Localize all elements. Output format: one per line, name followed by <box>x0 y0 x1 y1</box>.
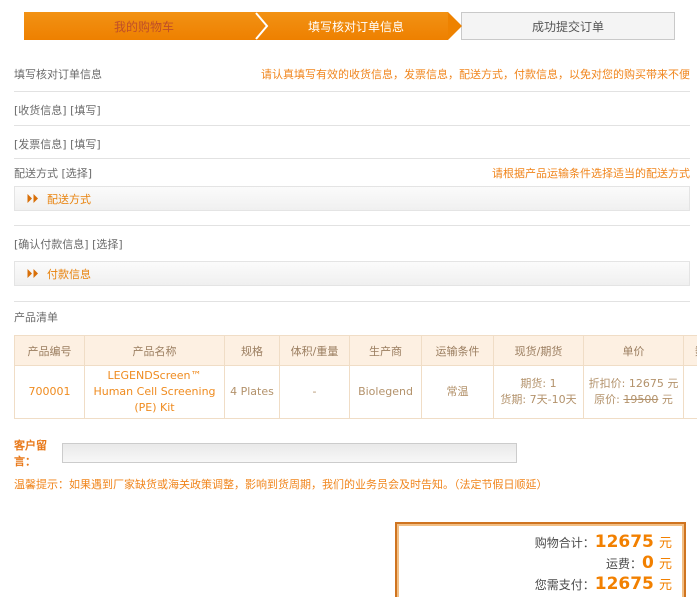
product-table: 产品编号 产品名称 规格 体积/重量 生产商 运输条件 现货/期货 单价 数量 … <box>14 335 697 419</box>
payable-line: 您需支付：12675 元 <box>405 574 672 595</box>
payment-label: [确认付款信息] <box>14 238 89 251</box>
step-fill-order-info: 填写核对订单信息 <box>264 12 448 40</box>
payment-select-link[interactable]: [选择] <box>92 238 123 251</box>
invoice-section: [发票信息] [填写] <box>14 136 101 152</box>
stock-type: 期货: 1 <box>496 376 581 392</box>
payment-row: [确认付款信息] [选择] <box>14 236 690 252</box>
discount-price: 折扣价: 12675 元 <box>586 376 681 392</box>
chevron-right-icon <box>254 12 270 40</box>
payment-section: [确认付款信息] [选择] <box>14 236 123 252</box>
receiver-fill-link[interactable]: [填写] <box>70 104 101 117</box>
double-right-arrow-icon <box>27 269 40 278</box>
subtotal-label: 购物合计： <box>535 536 595 550</box>
payable-value: 12675 <box>595 574 654 594</box>
original-price-value: 19500 <box>623 393 658 406</box>
col-qty: 数量 <box>684 336 697 366</box>
col-product-id: 产品编号 <box>15 336 85 366</box>
divider <box>14 91 690 92</box>
step-submit-success: 成功提交订单 <box>461 12 675 40</box>
invoice-row: [发票信息] [填写] <box>14 136 690 152</box>
payment-info-bar-label: 付款信息 <box>47 266 91 282</box>
product-table-header-row: 产品编号 产品名称 规格 体积/重量 生产商 运输条件 现货/期货 单价 数量 … <box>15 336 697 366</box>
shipping-fee-value: 0 <box>642 553 654 573</box>
order-info-note: 请认真填写有效的收货信息，发票信息，配送方式，付款信息，以免对您的购买带来不便 <box>261 66 690 82</box>
original-price: 原价: 19500 元 <box>586 392 681 408</box>
divider <box>14 225 690 226</box>
table-row: 700001 LEGENDScreen™ Human Cell Screenin… <box>15 366 697 419</box>
payable-label: 您需支付： <box>535 578 595 592</box>
customer-message-label: 客户留言： <box>14 437 62 469</box>
col-manufacturer: 生产商 <box>350 336 422 366</box>
step-submit-success-label: 成功提交订单 <box>532 18 604 35</box>
stock-leadtime: 货期: 7天-10天 <box>496 392 581 408</box>
summary-area: 购物合计：12675 元 运费：0 元 您需支付：12675 元 最终实付金额以… <box>14 522 690 597</box>
delivery-label: 配送方式 <box>14 167 58 180</box>
divider <box>14 301 690 302</box>
double-right-arrow-icon <box>27 194 40 203</box>
invoice-fill-link[interactable]: [填写] <box>70 138 101 151</box>
delivery-row: 配送方式 [选择] 请根据产品运输条件选择适当的配送方式 <box>14 165 690 181</box>
product-spec: 4 Plates <box>225 366 280 419</box>
checkout-stepper: 我的购物车 填写核对订单信息 成功提交订单 <box>24 12 675 40</box>
step-fill-order-info-label: 填写核对订单信息 <box>308 18 404 35</box>
receiver-row: [收货信息] [填写] <box>14 102 690 118</box>
receiver-label: [收货信息] <box>14 104 67 117</box>
order-info-title: 填写核对订单信息 <box>14 66 102 82</box>
invoice-label: [发票信息] <box>14 138 67 151</box>
shipping-fee-unit: 元 <box>659 557 672 572</box>
subtotal-unit: 元 <box>659 536 672 551</box>
col-stock: 现货/期货 <box>494 336 584 366</box>
customer-message-row: 客户留言： <box>14 437 690 469</box>
product-manufacturer: Biolegend <box>350 366 422 419</box>
product-id: 700001 <box>15 366 85 419</box>
step-my-cart-label: 我的购物车 <box>114 18 174 35</box>
divider <box>14 125 690 126</box>
order-summary-box: 购物合计：12675 元 运费：0 元 您需支付：12675 元 最终实付金额以… <box>395 522 686 597</box>
customer-message-input[interactable] <box>62 443 517 463</box>
col-transport: 运输条件 <box>422 336 494 366</box>
product-name-link[interactable]: LEGENDScreen™ Human Cell Screening (PE) … <box>93 369 215 414</box>
delivery-method-bar[interactable]: 配送方式 <box>14 186 690 211</box>
subtotal-value: 12675 <box>595 532 654 552</box>
col-product-name: 产品名称 <box>85 336 225 366</box>
product-list-title: 产品清单 <box>14 309 58 325</box>
delivery-select-link[interactable]: [选择] <box>62 167 93 180</box>
product-volume: - <box>280 366 350 419</box>
step-my-cart[interactable]: 我的购物车 <box>24 12 264 40</box>
product-stock: 期货: 1 货期: 7天-10天 <box>494 366 584 419</box>
product-qty: 1 <box>684 366 697 419</box>
product-transport: 常温 <box>422 366 494 419</box>
col-volume-weight: 体积/重量 <box>280 336 350 366</box>
original-price-prefix: 原价: <box>594 393 623 406</box>
payment-info-bar[interactable]: 付款信息 <box>14 261 690 286</box>
warm-tip-text: 温馨提示：如果遇到厂家缺货或海关政策调整，影响到货周期，我们的业务员会及时告知。… <box>14 476 690 492</box>
product-unit-price: 折扣价: 12675 元 原价: 19500 元 <box>584 366 684 419</box>
subtotal-line: 购物合计：12675 元 <box>405 532 672 553</box>
shipping-fee-label: 运费： <box>606 557 642 571</box>
col-spec: 规格 <box>225 336 280 366</box>
receiver-section: [收货信息] [填写] <box>14 102 101 118</box>
divider <box>14 158 690 159</box>
delivery-method-bar-label: 配送方式 <box>47 191 91 207</box>
order-info-header-row: 填写核对订单信息 请认真填写有效的收货信息，发票信息，配送方式，付款信息，以免对… <box>14 66 690 82</box>
shipping-fee-line: 运费：0 元 <box>405 553 672 574</box>
checkout-page: 我的购物车 填写核对订单信息 成功提交订单 填写核对订单信息 请认真填写有效的收… <box>0 0 697 597</box>
original-price-unit: 元 <box>658 393 673 406</box>
delivery-section: 配送方式 [选择] <box>14 165 92 181</box>
col-unit-price: 单价 <box>584 336 684 366</box>
payable-unit: 元 <box>659 578 672 593</box>
product-list-title-row: 产品清单 <box>14 309 690 325</box>
delivery-note: 请根据产品运输条件选择适当的配送方式 <box>492 165 690 181</box>
step-arrow-icon <box>448 12 462 40</box>
